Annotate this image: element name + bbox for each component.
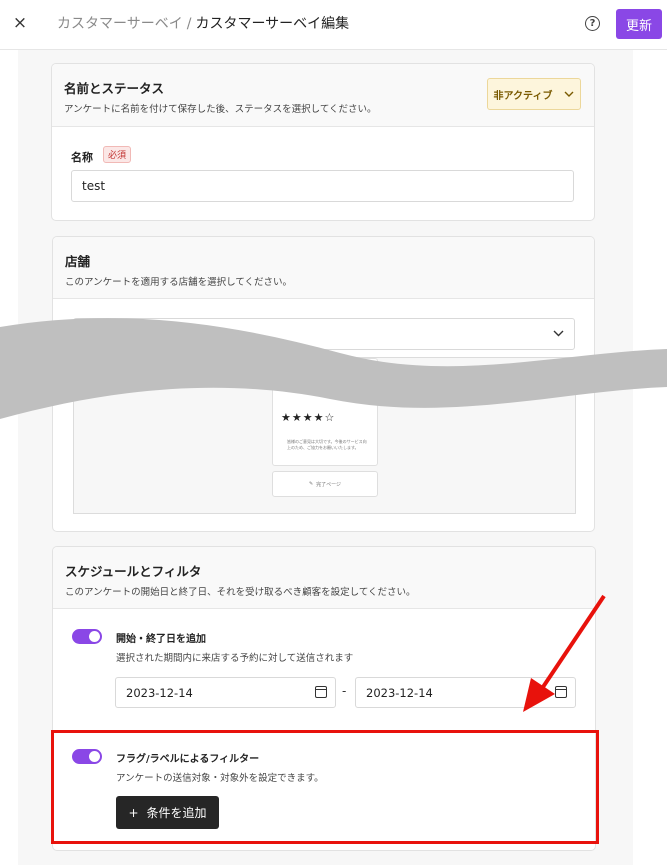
breadcrumb-separator: / [186, 16, 192, 32]
cut-wave-overlay [0, 318, 667, 419]
breadcrumb: カスタマーサーベイ / カスタマーサーベイ編集 [57, 13, 349, 33]
card-description: このアンケートを適用する店舗を選択してください。 [65, 277, 293, 288]
card-title: 店舗 [65, 254, 91, 269]
annotation-arrow-icon [523, 594, 606, 712]
name-label: 名称 [71, 151, 93, 164]
breadcrumb-parent-link[interactable]: カスタマーサーベイ [57, 16, 183, 32]
date-separator: - [342, 684, 347, 698]
preview-button-label: 完了ページ [316, 481, 342, 488]
status-dropdown[interactable]: 非アクティブ [487, 78, 581, 110]
calendar-icon[interactable] [315, 686, 327, 698]
help-icon[interactable]: ? [585, 16, 600, 31]
close-icon[interactable]: × [10, 13, 30, 33]
card-header: スケジュールとフィルタ このアンケートの開始日と終了日、それを受け取るべき顧客を… [53, 547, 595, 609]
toggle-knob [89, 631, 100, 642]
date-range-title: 開始・終了日を追加 [116, 634, 206, 645]
end-date-value: 2023-12-14 [366, 686, 433, 700]
card-description: このアンケートの開始日と終了日、それを受け取るべき顧客を設定してください。 [65, 587, 416, 598]
name-status-card: 名前とステータス アンケートに名前を付けて保存した後、ステータスを選択してくださ… [51, 63, 595, 221]
card-title: スケジュールとフィルタ [65, 564, 202, 579]
start-date-value: 2023-12-14 [126, 686, 193, 700]
highlight-box [51, 730, 599, 844]
start-date-input[interactable]: 2023-12-14 [115, 677, 336, 708]
chevron-down-icon [564, 89, 574, 100]
top-bar: × カスタマーサーベイ / カスタマーサーベイ編集 ? 更新 [0, 0, 667, 50]
update-button[interactable]: 更新 [616, 9, 662, 39]
name-input[interactable]: test [71, 170, 574, 202]
required-badge: 必須 [103, 146, 132, 163]
date-range-description: 選択された期間内に来店する予約に対して送信されます [116, 653, 354, 664]
page-title: カスタマーサーベイ編集 [195, 16, 350, 32]
preview-complete-button: ✎ 完了ページ [272, 471, 378, 497]
status-value: 非アクティブ [493, 90, 553, 102]
pencil-icon: ✎ [308, 481, 314, 487]
card-header: 店舗 このアンケートを適用する店舗を選択してください。 [53, 237, 594, 299]
date-range-toggle[interactable] [72, 629, 102, 644]
